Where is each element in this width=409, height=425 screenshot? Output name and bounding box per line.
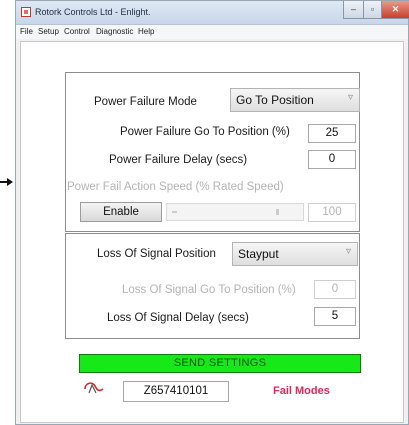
fail-modes-label[interactable]: Fail Modes [273, 385, 330, 397]
client-area: Power Failure Mode Go To Position ▿ Powe… [20, 41, 404, 423]
app-icon [21, 7, 31, 17]
chevron-down-icon: ▿ [345, 246, 351, 257]
loss-of-signal-position-value: Stayput [238, 247, 279, 261]
power-failure-mode-value: Go To Position [236, 93, 314, 107]
power-failure-goto-input[interactable]: 25 [308, 124, 356, 143]
power-failure-mode-label: Power Failure Mode [94, 96, 197, 108]
power-fail-speed-label: Power Fail Action Speed (% Rated Speed) [67, 181, 284, 193]
loss-of-signal-panel: Loss Of Signal Position Stayput ▿ Loss O… [65, 233, 360, 339]
loss-of-signal-delay-label: Loss Of Signal Delay (secs) [107, 312, 249, 324]
slider-start-mark [172, 211, 177, 213]
send-settings-button[interactable]: SEND SETTINGS [79, 354, 361, 373]
power-fail-speed-slider[interactable] [166, 203, 304, 221]
loss-of-signal-delay-input[interactable]: 5 [314, 307, 356, 326]
menu-file[interactable]: File [20, 27, 33, 36]
slider-thumb[interactable] [276, 209, 279, 215]
pointer-arrow-shaft [0, 181, 7, 183]
title-bar: Rotork Controls Ltd - Enlight. – ▫ ✕ [16, 1, 409, 25]
loss-of-signal-goto-input[interactable]: 0 [314, 280, 356, 299]
menu-bar: File Setup Control Diagnostic Help [16, 25, 408, 39]
menu-diagnostic[interactable]: Diagnostic [96, 27, 133, 36]
serial-number-field: Z657410101 [123, 381, 229, 402]
menu-setup[interactable]: Setup [38, 27, 59, 36]
maximize-button[interactable]: ▫ [363, 1, 381, 19]
app-window: Rotork Controls Ltd - Enlight. – ▫ ✕ Fil… [15, 0, 409, 425]
power-failure-goto-label: Power Failure Go To Position (%) [120, 126, 290, 138]
loss-of-signal-position-label: Loss Of Signal Position [97, 248, 216, 260]
loss-of-signal-goto-label: Loss Of Signal Go To Position (%) [122, 284, 296, 296]
menu-help[interactable]: Help [138, 27, 154, 36]
rotork-logo-icon [84, 382, 104, 394]
power-failure-delay-label: Power Failure Delay (secs) [109, 154, 248, 166]
power-failure-panel: Power Failure Mode Go To Position ▿ Powe… [65, 72, 360, 232]
power-fail-speed-input[interactable]: 100 [308, 203, 356, 222]
power-failure-delay-input[interactable]: 0 [308, 150, 356, 169]
chevron-down-icon: ▿ [347, 92, 353, 103]
pointer-arrow-icon [7, 178, 13, 186]
menu-control[interactable]: Control [64, 27, 90, 36]
loss-of-signal-position-dropdown[interactable]: Stayput ▿ [232, 242, 358, 266]
power-failure-mode-dropdown[interactable]: Go To Position ▿ [230, 88, 360, 112]
close-button[interactable]: ✕ [381, 1, 409, 19]
enable-button[interactable]: Enable [80, 202, 162, 222]
window-title: Rotork Controls Ltd - Enlight. [35, 7, 151, 17]
minimize-button[interactable]: – [343, 1, 363, 19]
